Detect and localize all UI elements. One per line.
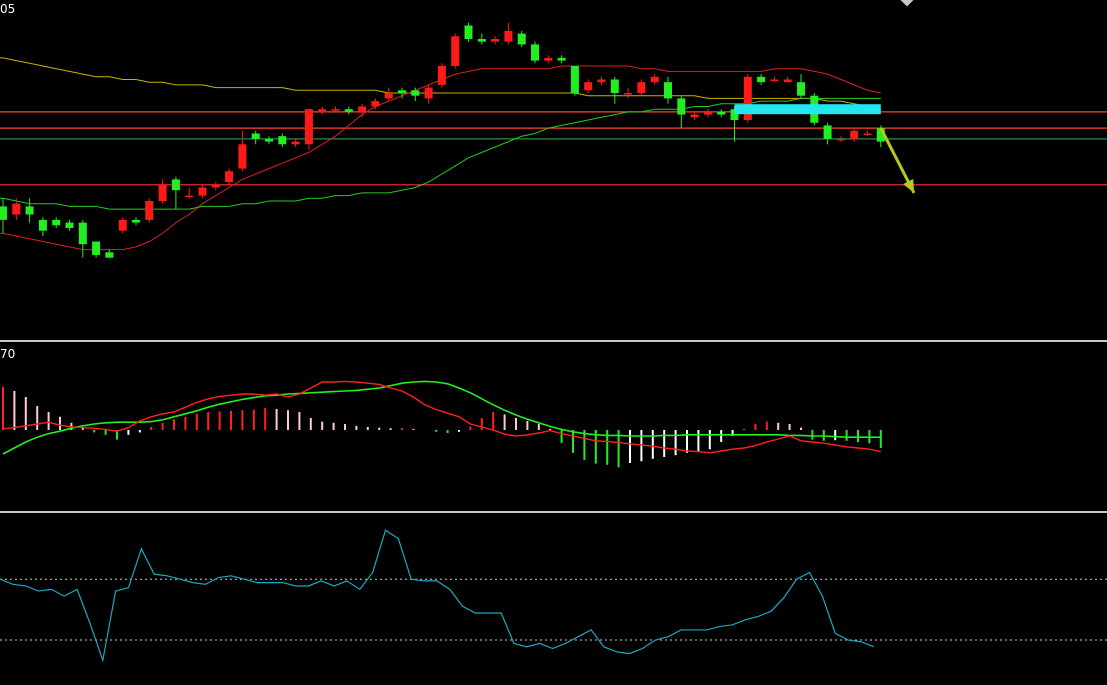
candle-body (531, 44, 539, 61)
candle-body (477, 39, 486, 42)
macd-panel-corner-label: 70 (0, 347, 16, 361)
candle-body (185, 195, 194, 198)
candle-body (544, 57, 553, 61)
candle-body (411, 90, 420, 96)
candle-body (92, 241, 101, 255)
candle-body (664, 82, 672, 99)
candle-body (757, 76, 766, 83)
candle-body (78, 222, 87, 245)
candle-body (384, 93, 393, 99)
candle-body (371, 101, 380, 107)
candle-body (238, 144, 247, 169)
candle-body (344, 109, 353, 112)
candle-body (318, 109, 327, 112)
candle-body (770, 79, 779, 81)
candle-body (637, 82, 646, 93)
candle-body (863, 133, 872, 135)
candle-body (717, 111, 726, 115)
candle-body (225, 171, 234, 183)
candle-body (118, 219, 127, 231)
candle-body (504, 30, 513, 42)
candle-body (38, 219, 47, 231)
candle-body (25, 206, 34, 215)
candle-body (398, 90, 406, 93)
candle-body (464, 25, 473, 39)
stock-chart (0, 22, 1107, 663)
oscillator-line (0, 529, 875, 663)
candle-body (437, 66, 446, 85)
candle-body (304, 109, 313, 145)
macd-dif-line (2, 380, 881, 454)
candle-body (703, 111, 712, 115)
candle-body (584, 82, 593, 91)
candle-body (836, 138, 845, 141)
candle-body (211, 184, 220, 188)
candle-body (557, 57, 566, 61)
macd-panel (2, 380, 882, 468)
candle-body (171, 179, 180, 191)
candle-body (158, 184, 167, 201)
candle-body (797, 82, 805, 96)
candle-body (145, 201, 154, 220)
candle-body (650, 76, 659, 83)
candle-body (850, 130, 859, 139)
macd-dea-line (2, 380, 881, 455)
candle-body (52, 219, 61, 226)
candle-body (278, 136, 287, 145)
candle-body (265, 138, 273, 142)
candle-body (424, 87, 433, 99)
candle-body (517, 33, 526, 45)
candle-body (251, 133, 260, 139)
candle-body (331, 109, 340, 111)
candle-body (132, 219, 140, 223)
candle-body (610, 79, 619, 93)
candle-body (451, 36, 460, 66)
candle-body (105, 252, 114, 258)
candle-body (677, 98, 686, 115)
candle-body (198, 187, 207, 196)
candle-body (12, 203, 21, 215)
oscillator-panel (0, 529, 1107, 663)
candle-body (0, 206, 7, 220)
candle-body (690, 114, 699, 118)
candle-body (358, 106, 367, 112)
candle-body (291, 141, 300, 145)
candle-body (823, 125, 832, 139)
price-panel (0, 22, 1107, 258)
candle-body (624, 93, 633, 95)
candle-body (597, 79, 606, 83)
price-panel-corner-label: 05 (0, 2, 16, 16)
candle-body (783, 79, 792, 83)
candle-body (570, 66, 579, 93)
candle-body (65, 222, 74, 228)
candle-body (491, 39, 500, 42)
highlight-box (734, 104, 881, 115)
